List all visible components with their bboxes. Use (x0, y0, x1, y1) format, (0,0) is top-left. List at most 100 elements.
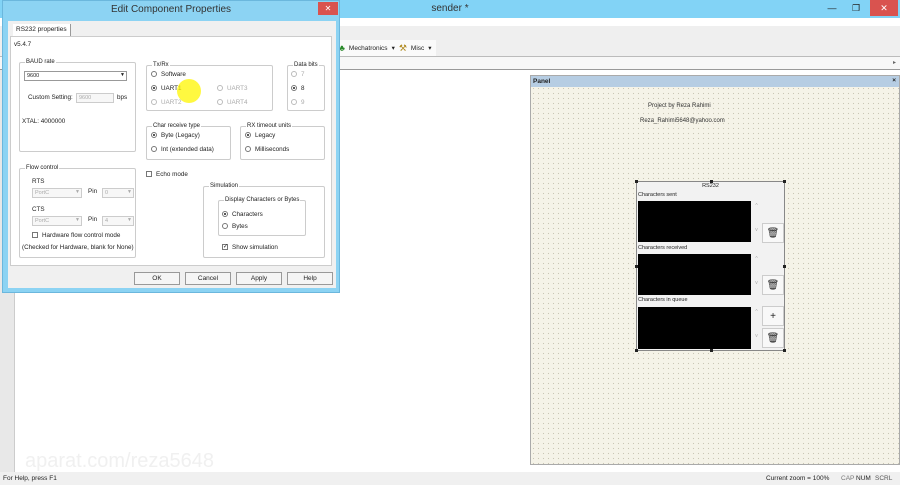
panel-window[interactable]: Panel × Project by Reza Rahimi Reza_Rahi… (530, 75, 900, 465)
flow-hint: (Checked for Hardware, blank for None) (22, 244, 134, 251)
app-close-button[interactable]: ✕ (870, 0, 898, 16)
tab-pane: v5.4.7 BAUD rate 9600 ▼ Custom Setting: 9… (10, 36, 332, 266)
hw-flow-checkbox[interactable]: Hardware flow control mode (32, 232, 120, 239)
watermark: aparat.com/reza5648 (25, 450, 215, 472)
scroll-up-icon[interactable]: ^ (755, 309, 757, 315)
resize-handle[interactable] (783, 265, 786, 268)
mechatronics-menu[interactable]: Mechatronics (349, 45, 388, 52)
scroll-down-icon[interactable]: v (755, 333, 758, 339)
status-help: For Help, press F1 (3, 475, 57, 482)
misc-menu[interactable]: Misc (411, 45, 424, 52)
clear-queue-button[interactable]: 🗑 (762, 328, 784, 348)
radio-characters[interactable]: Characters (222, 211, 263, 218)
radio-uart3[interactable]: UART3 (217, 85, 248, 92)
panel-close-icon[interactable]: × (892, 77, 896, 84)
char-receive-group: Char receive type Byte (Legacy) Int (ext… (146, 123, 231, 160)
cts-port-select[interactable]: PortC ▼ (32, 216, 82, 226)
chars-sent-label: Characters sent (638, 192, 677, 198)
baud-label: BAUD rate (25, 59, 56, 65)
add-queue-button[interactable]: + (762, 306, 784, 326)
rts-pin-select[interactable]: 0 ▼ (102, 188, 134, 198)
cts-pin-select[interactable]: 4 ▼ (102, 216, 134, 226)
baud-value: 9600 (27, 73, 40, 79)
flow-control-group: Flow control RTS PortC ▼ Pin 0 ▼ CTS PortC… (19, 165, 136, 258)
scrl-indicator: SCRL (875, 475, 893, 482)
resize-handle[interactable] (635, 349, 638, 352)
clear-sent-button[interactable]: 🗑 (762, 223, 784, 243)
chars-sent-scrollbar[interactable]: ^ v (752, 203, 761, 242)
chevron-down-icon[interactable]: ▾ (392, 44, 395, 52)
radio-software[interactable]: Software (151, 71, 186, 78)
radio-byte-legacy[interactable]: Byte (Legacy) (151, 132, 200, 139)
dialog-title: Edit Component Properties (110, 4, 232, 15)
edit-component-dialog: Edit Component Properties ✕ RS232 proper… (2, 0, 340, 293)
radio-uart2[interactable]: UART2 (151, 99, 182, 106)
scroll-down-icon[interactable]: v (755, 227, 758, 233)
echo-mode-checkbox[interactable]: Echo mode (146, 171, 188, 178)
rx-timeout-label: RX timeout units (246, 123, 293, 129)
resize-handle[interactable] (635, 180, 638, 183)
txrx-group: Tx/Rx Software UART1 UART2 UART3 UART4 (146, 62, 273, 111)
minimize-button[interactable]: — (822, 0, 842, 16)
chevron-right-icon[interactable]: ▸ (893, 59, 896, 66)
radio-uart4[interactable]: UART4 (217, 99, 248, 106)
databits-label: Data bits (293, 62, 319, 68)
radio-databits-9[interactable]: 9 (291, 99, 305, 106)
radio-int-extended[interactable]: Int (extended data) (151, 146, 214, 153)
chars-sent-box[interactable] (638, 201, 751, 242)
simulation-label: Simulation (209, 183, 240, 189)
cancel-button[interactable]: Cancel (185, 272, 231, 285)
help-button[interactable]: Help (287, 272, 333, 285)
zoom-status: Current zoom = 100% (766, 475, 830, 482)
chars-queue-scrollbar[interactable]: ^ v (752, 309, 761, 348)
email-text: Reza_Rahimi5648@yahoo.com (640, 118, 725, 124)
dialog-body: RS232 properties v5.4.7 BAUD rate 9600 ▼ … (8, 21, 336, 288)
chars-queue-box[interactable] (638, 307, 751, 349)
databits-group: Data bits 7 8 9 (287, 62, 325, 111)
scroll-up-icon[interactable]: ^ (755, 203, 757, 209)
apply-button[interactable]: Apply (236, 272, 282, 285)
custom-setting-input[interactable]: 9600 (76, 93, 114, 103)
ok-button[interactable]: OK (134, 272, 180, 285)
resize-handle[interactable] (710, 349, 713, 352)
chevron-down-icon[interactable]: ▾ (428, 44, 431, 52)
resize-handle[interactable] (635, 265, 638, 268)
cap-indicator: CAP (841, 475, 855, 482)
resize-handle[interactable] (783, 180, 786, 183)
rx-timeout-group: RX timeout units Legacy Milliseconds (240, 123, 325, 160)
resize-handle[interactable] (783, 349, 786, 352)
bps-label: bps (117, 94, 128, 101)
radio-legacy[interactable]: Legacy (245, 132, 275, 139)
panel-header: Panel × (531, 76, 899, 87)
chars-received-label: Characters received (638, 245, 688, 251)
cts-pin-label: Pin (88, 216, 98, 223)
baud-group: BAUD rate 9600 ▼ Custom Setting: 9600 bps… (19, 59, 136, 152)
radio-databits-8[interactable]: 8 (291, 85, 305, 92)
txrx-label: Tx/Rx (152, 62, 170, 68)
chars-received-box[interactable] (638, 254, 751, 295)
misc-tools-icon: ⚒ (398, 42, 407, 53)
scroll-down-icon[interactable]: v (755, 280, 758, 286)
dialog-close-button[interactable]: ✕ (318, 2, 338, 15)
resize-handle[interactable] (710, 180, 713, 183)
char-receive-label: Char receive type (152, 123, 202, 129)
cts-label: CTS (32, 206, 45, 213)
radio-databits-7[interactable]: 7 (291, 71, 305, 78)
scroll-up-icon[interactable]: ^ (755, 256, 757, 262)
display-label: Display Characters or Bytes (224, 197, 301, 203)
baud-select[interactable]: 9600 ▼ (24, 71, 127, 81)
tab-rs232-properties[interactable]: RS232 properties (13, 24, 71, 36)
dropdown-arrow-icon: ▼ (120, 72, 125, 78)
status-bar: For Help, press F1 Current zoom = 100% C… (0, 472, 900, 485)
rts-port-select[interactable]: PortC ▼ (32, 188, 82, 198)
rts-pin-label: Pin (88, 188, 98, 195)
clear-received-button[interactable]: 🗑 (762, 275, 784, 295)
radio-bytes[interactable]: Bytes (222, 223, 248, 230)
chars-received-scrollbar[interactable]: ^ v (752, 256, 761, 295)
rs232-component[interactable]: RS232 Characters sent ^ v 🗑 Characters re… (635, 180, 786, 352)
show-simulation-checkbox[interactable]: ✓ Show simulation (222, 244, 278, 251)
radio-milliseconds[interactable]: Milliseconds (245, 146, 289, 153)
restore-button[interactable]: ❐ (846, 0, 866, 16)
panel-title: Panel (533, 78, 551, 85)
rs232-title: RS232 (702, 183, 719, 189)
